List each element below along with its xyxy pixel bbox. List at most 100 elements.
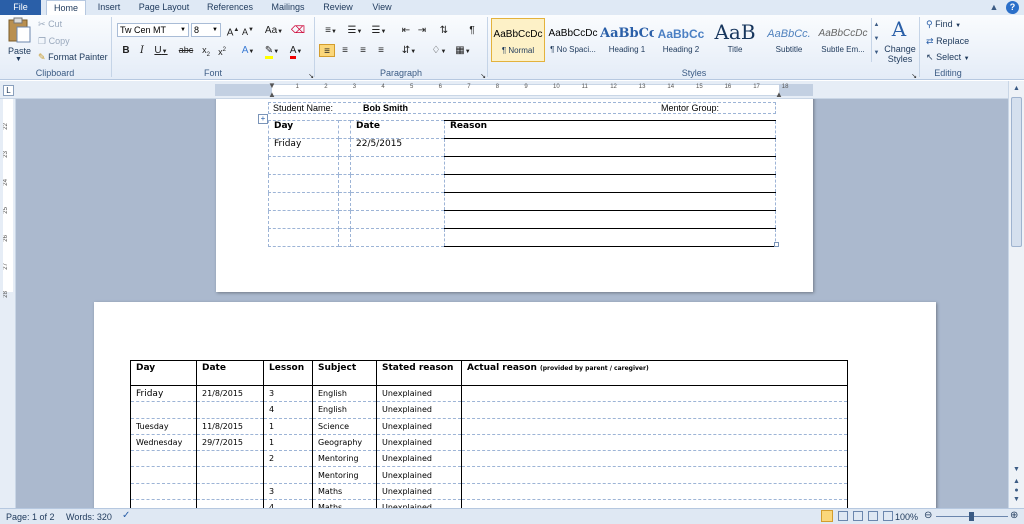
table-move-handle-icon[interactable]: + — [258, 114, 268, 124]
cell-date[interactable]: 21/8/2015 — [196, 385, 264, 403]
header-cell-day[interactable]: Day — [130, 360, 197, 386]
align-left-icon[interactable]: ≡ — [319, 44, 335, 57]
cell-subject[interactable]: Maths — [312, 483, 377, 501]
cell-lesson[interactable] — [263, 466, 313, 484]
table-cell[interactable] — [338, 138, 351, 157]
tab-insert[interactable]: Insert — [92, 0, 126, 15]
tab-home[interactable]: Home — [46, 0, 86, 15]
next-page-icon[interactable]: ▼ — [1011, 496, 1022, 505]
document-area[interactable]: Student Name: Bob Smith Mentor Group: + … — [16, 99, 1008, 508]
text-effects-icon[interactable]: A▼ — [238, 44, 258, 57]
cell-actual-reason[interactable] — [461, 483, 848, 501]
web-layout-icon[interactable] — [853, 511, 863, 521]
font-size-combo[interactable]: 8 ▼ — [191, 23, 221, 37]
right-indent-icon[interactable]: ▲ — [775, 90, 783, 99]
scroll-thumb[interactable] — [1011, 97, 1022, 247]
table-cell[interactable] — [338, 228, 351, 247]
numbering-icon[interactable]: ☰▼ — [344, 24, 366, 37]
table-cell[interactable] — [444, 174, 776, 193]
table-cell[interactable] — [268, 174, 339, 193]
browse-object-icon[interactable]: ● — [1011, 487, 1022, 496]
cell-lesson[interactable]: 2 — [263, 450, 313, 468]
styles-scroll[interactable]: ▲ ▼ ▼ — [871, 18, 881, 62]
scroll-down-icon[interactable]: ▼ — [1011, 464, 1022, 475]
sort-icon[interactable]: ⇅ — [436, 24, 452, 37]
multilevel-list-icon[interactable]: ☰▼ — [368, 24, 390, 37]
cell-date[interactable] — [196, 450, 264, 468]
tab-selector-icon[interactable]: L — [3, 85, 14, 96]
cell-date[interactable] — [196, 483, 264, 501]
cell-lesson[interactable]: 1 — [263, 418, 313, 435]
tab-mailings[interactable]: Mailings — [266, 0, 310, 15]
scroll-up-icon[interactable]: ▲ — [1011, 83, 1022, 94]
format-painter-button[interactable]: ✎ Format Painter — [38, 52, 108, 63]
table-resize-handle-icon[interactable] — [774, 242, 779, 247]
justify-icon[interactable]: ≡ — [373, 44, 389, 57]
outline-icon[interactable] — [868, 511, 878, 521]
style-subtle-emphasis[interactable]: AaBbCcDc Subtle Em... — [816, 18, 870, 62]
bold-button[interactable]: B — [118, 44, 134, 57]
cell-stated-reason[interactable]: Unexplained — [376, 385, 462, 403]
cell-stated-reason[interactable]: Unexplained — [376, 434, 462, 452]
highlight-icon[interactable]: ✎▼ — [262, 44, 282, 59]
header-cell-reason[interactable]: Reason — [444, 120, 776, 139]
cut-button[interactable]: ✂ Cut — [38, 19, 62, 30]
zoom-out-icon[interactable]: ⊖ — [924, 510, 932, 521]
show-formatting-marks-icon[interactable]: ¶ — [464, 24, 480, 37]
cell-actual-reason[interactable] — [461, 401, 848, 419]
cell-day[interactable] — [130, 499, 197, 508]
cell-actual-reason[interactable] — [461, 418, 848, 435]
cell-day[interactable] — [130, 450, 197, 468]
align-right-icon[interactable]: ≡ — [355, 44, 371, 57]
header-cell-stated-reason[interactable]: Stated reason — [376, 360, 462, 386]
tab-view[interactable]: View — [366, 0, 398, 15]
first-line-indent-icon[interactable]: ▼ — [268, 81, 276, 90]
table-cell[interactable] — [444, 192, 776, 211]
full-screen-reading-icon[interactable] — [838, 511, 848, 521]
word-count[interactable]: Words: 320 — [66, 512, 112, 522]
cell-day[interactable]: Friday — [130, 385, 197, 403]
cell-reason[interactable] — [444, 138, 776, 157]
table-cell[interactable] — [444, 156, 776, 175]
style-heading-2[interactable]: AaBbCc Heading 2 — [654, 18, 708, 62]
cell-stated-reason[interactable]: Unexplained — [376, 483, 462, 501]
cell-actual-reason[interactable] — [461, 385, 848, 403]
borders-icon[interactable]: ▦▼ — [452, 44, 474, 57]
cell-stated-reason[interactable]: Unexplained — [376, 401, 462, 419]
align-center-icon[interactable]: ≡ — [337, 44, 353, 57]
subscript-button[interactable]: x2 — [198, 44, 214, 58]
cell-actual-reason[interactable] — [461, 466, 848, 484]
header-cell-lesson[interactable]: Lesson — [263, 360, 313, 386]
page-count[interactable]: Page: 1 of 2 — [6, 512, 55, 522]
cell-actual-reason[interactable] — [461, 450, 848, 468]
zoom-level[interactable]: 100% — [895, 512, 918, 522]
cell-lesson[interactable]: 3 — [263, 483, 313, 501]
draft-icon[interactable] — [883, 511, 893, 521]
grow-font-icon[interactable]: A▲ — [225, 24, 241, 38]
table-cell[interactable] — [444, 210, 776, 229]
cell-day[interactable]: Wednesday — [130, 434, 197, 452]
bullets-icon[interactable]: ≡▼ — [320, 24, 342, 37]
student-info-row[interactable]: Student Name: Bob Smith Mentor Group: — [268, 102, 776, 114]
cell-stated-reason[interactable]: Unexplained — [376, 466, 462, 484]
cell-subject[interactable]: Geography — [312, 434, 377, 452]
cell-subject[interactable]: Science — [312, 418, 377, 435]
table-cell[interactable] — [268, 192, 339, 211]
change-styles-button[interactable]: Change Styles — [883, 44, 917, 64]
cell-date[interactable]: 29/7/2015 — [196, 434, 264, 452]
proofing-icon[interactable]: ✓ — [122, 510, 130, 521]
cell-subject[interactable]: Mentoring — [312, 466, 377, 484]
cell-day[interactable]: Friday — [268, 138, 339, 157]
cell-stated-reason[interactable]: Unexplained — [376, 499, 462, 508]
cell-stated-reason[interactable]: Unexplained — [376, 418, 462, 435]
tab-review[interactable]: Review — [318, 0, 358, 15]
cell-day[interactable] — [130, 401, 197, 419]
cell-subject[interactable]: English — [312, 401, 377, 419]
cell-date[interactable] — [196, 499, 264, 508]
tab-page-layout[interactable]: Page Layout — [134, 0, 194, 15]
table-cell[interactable] — [350, 192, 445, 211]
cell-day[interactable] — [130, 466, 197, 484]
hanging-indent-icon[interactable]: ▲ — [268, 90, 276, 99]
style-heading-1[interactable]: AaBbCc Heading 1 — [600, 18, 654, 62]
cell-subject[interactable]: English — [312, 385, 377, 403]
